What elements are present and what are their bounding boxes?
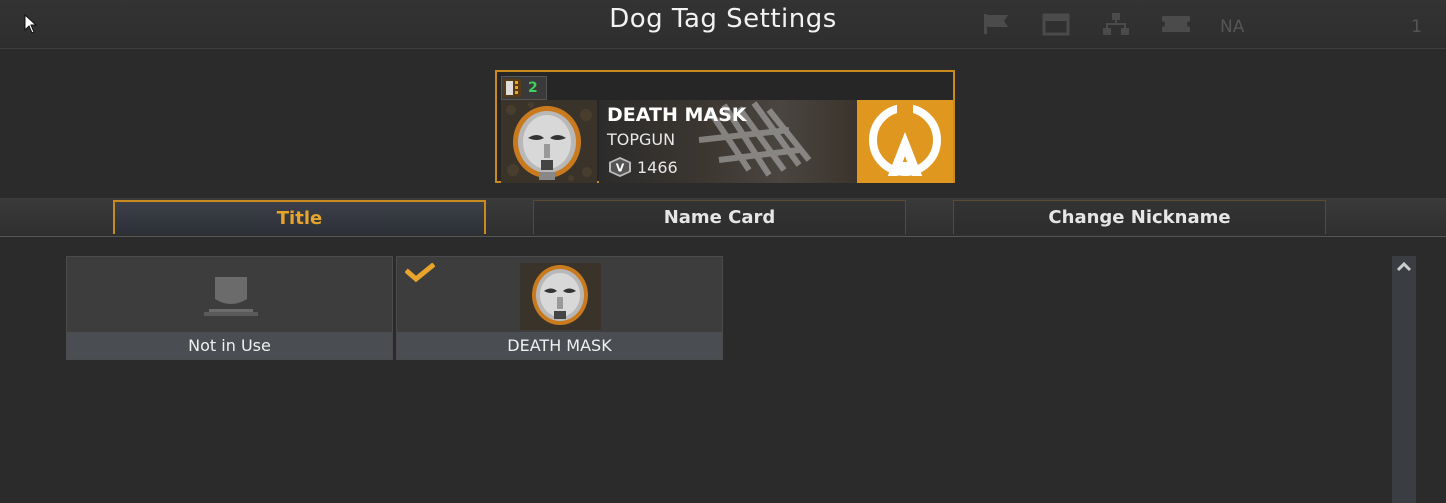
flag-icon[interactable] xyxy=(980,12,1012,36)
dog-tag-title: DEATH MASK xyxy=(607,104,747,126)
item-thumbnail xyxy=(397,257,722,333)
tab-name-card-label: Name Card xyxy=(663,207,776,228)
title-item-death-mask[interactable]: DEATH MASK xyxy=(396,256,723,360)
checkmark-icon xyxy=(405,263,435,283)
dog-tag-preview: 2 DEATH MASK TOPGUN V 1466 xyxy=(495,70,955,183)
calendar-icon[interactable] xyxy=(1040,12,1072,36)
chevron-up-icon[interactable] xyxy=(1396,260,1412,272)
level-badge: 2 xyxy=(501,76,547,100)
dog-tag-rank: V 1466 xyxy=(607,156,678,178)
top-bar: Dog Tag Settings NA 1 xyxy=(0,0,1446,49)
item-label: DEATH MASK xyxy=(397,332,722,359)
rank-v-icon: V xyxy=(609,157,631,177)
dog-tag-score: 1466 xyxy=(637,157,678,177)
death-mask-icon xyxy=(520,263,601,330)
death-mask-icon xyxy=(501,100,597,183)
level-number: 2 xyxy=(528,80,538,96)
tab-title[interactable]: Title xyxy=(113,200,486,234)
rank-symbol: V xyxy=(616,162,625,175)
scrollbar[interactable] xyxy=(1392,256,1416,503)
top-toolbar xyxy=(980,12,1192,36)
tab-title-label: Title xyxy=(276,207,323,229)
tab-change-nickname[interactable]: Change Nickname xyxy=(953,200,1326,234)
corner-number: 1 xyxy=(1411,17,1422,37)
region-label: NA xyxy=(1220,17,1245,37)
ticket-icon[interactable] xyxy=(1160,12,1192,36)
item-thumbnail xyxy=(67,257,392,333)
name-card-banner: DEATH MASK TOPGUN V 1466 xyxy=(599,100,857,183)
a-emblem-icon xyxy=(857,100,953,183)
tab-change-nickname-label: Change Nickname xyxy=(1048,207,1231,228)
network-icon[interactable] xyxy=(1100,12,1132,36)
title-item-not-in-use[interactable]: Not in Use xyxy=(66,256,393,360)
rank-badge-icon xyxy=(503,79,521,97)
tab-strip: Title Name Card Change Nickname xyxy=(0,198,1446,237)
item-label: Not in Use xyxy=(67,332,392,359)
shield-placeholder-icon xyxy=(204,277,258,316)
tab-name-card[interactable]: Name Card xyxy=(533,200,906,234)
dog-tag-nickname: TOPGUN xyxy=(607,130,676,149)
